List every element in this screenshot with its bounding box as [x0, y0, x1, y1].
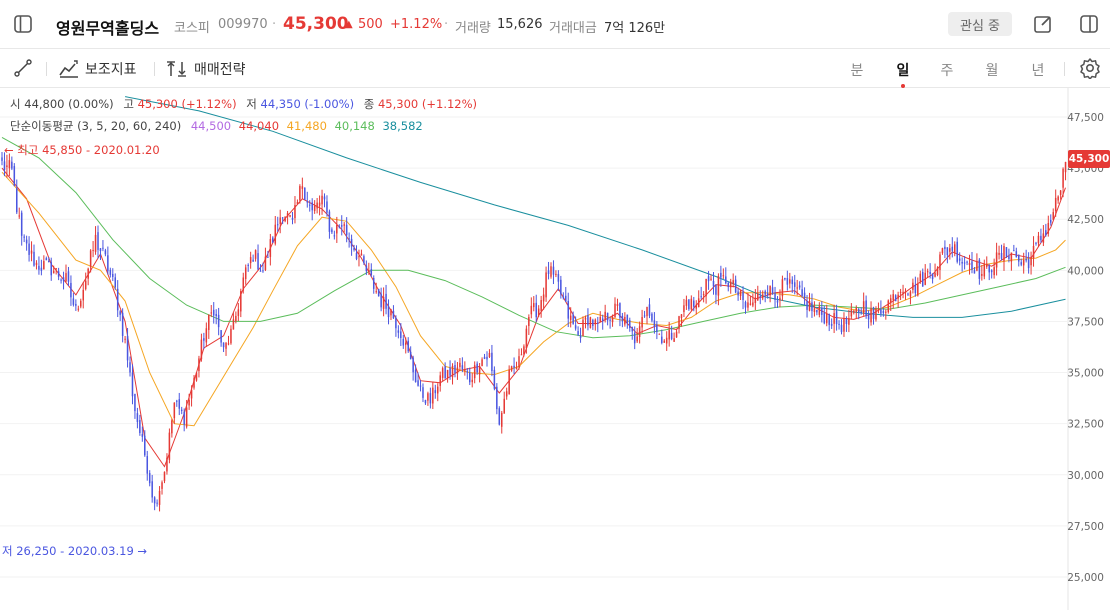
y-tick-label: 27,500 [1067, 521, 1104, 533]
y-tick-label: 25,000 [1067, 572, 1104, 584]
price-chart[interactable]: 47,50045,00042,50040,00037,50035,00032,5… [0, 88, 1110, 610]
all-time-high-marker: ← 최고 45,850 - 2020.01.20 [4, 143, 160, 157]
watch-button[interactable]: 관심 중 [948, 12, 1012, 36]
volume-label: 거래량 [455, 21, 491, 36]
indicators-label: 보조지표 [85, 62, 137, 78]
separator-dot: · [272, 17, 277, 32]
y-tick-label: 40,000 [1067, 265, 1104, 277]
open-label: 시 [10, 97, 21, 111]
high-value: 45,300 (+1.12%) [137, 97, 237, 111]
turnover-label: 거래대금 [549, 21, 597, 36]
y-tick-label: 35,000 [1067, 368, 1104, 380]
ma5-value: 44,040 [238, 119, 280, 133]
chart-toolbar: 보조지표 매매전략 분 일 주 월 년 [0, 49, 1110, 88]
ohlc-legend: 시 44,800 (0.00%) 고 45,300 (+1.12%) 저 44,… [10, 96, 477, 112]
candle [493, 366, 496, 391]
indicators-button[interactable]: 보조지표 [59, 59, 137, 79]
toolbar-divider [154, 62, 155, 76]
open-value: 44,800 (0.00%) [24, 97, 114, 111]
edit-icon[interactable] [1031, 12, 1055, 36]
candle [304, 187, 306, 201]
candle [168, 428, 171, 464]
ma-legend-label: 단순이동평균 (3, 5, 20, 60, 240) [10, 119, 182, 133]
low-label: 저 [246, 97, 257, 111]
panel-toggle-icon[interactable] [1077, 12, 1101, 36]
candle [377, 288, 380, 297]
turnover-value: 7억 126만 [604, 21, 666, 36]
candle [936, 266, 939, 277]
current-price-badge-label: 45,300 [1068, 153, 1110, 165]
y-tick-label: 42,500 [1067, 214, 1104, 226]
period-year[interactable]: 년 [1028, 60, 1048, 80]
period-week[interactable]: 주 [937, 60, 957, 80]
draw-line-icon[interactable] [11, 56, 35, 80]
low-value: 44,350 (-1.00%) [260, 97, 355, 111]
y-tick-label: 32,500 [1067, 419, 1104, 431]
high-label: 고 [123, 97, 134, 111]
stock-name: 영원무역홀딩스 [56, 19, 160, 38]
toolbar-divider [1064, 62, 1065, 76]
candle [887, 299, 890, 314]
watch-label: 관심 중 [959, 18, 1000, 34]
candle [589, 316, 592, 329]
period-month[interactable]: 월 [982, 60, 1002, 80]
strategy-button[interactable]: 매매전략 [166, 59, 246, 79]
y-tick-label: 47,500 [1067, 112, 1104, 124]
volume-value: 15,626 [497, 17, 543, 32]
candle [1005, 247, 1008, 258]
strategy-label: 매매전략 [194, 62, 246, 78]
candle [498, 406, 501, 426]
candle [688, 299, 690, 311]
indicator-chart-icon [59, 60, 78, 78]
change-percent: +1.12% [390, 17, 443, 32]
settings-gear-icon[interactable] [1078, 56, 1102, 80]
y-tick-label: 37,500 [1067, 316, 1104, 328]
toolbar-divider [46, 62, 47, 76]
separator-dot: · [444, 17, 449, 32]
all-time-low-marker: 저 26,250 - 2020.03.19 → [2, 544, 148, 558]
candle [13, 163, 16, 187]
period-day[interactable]: 일 [893, 60, 913, 88]
change-amount: 500 [358, 17, 383, 32]
buy-sell-icon [167, 61, 186, 77]
ma-legend: 단순이동평균 (3, 5, 20, 60, 240) 44,500 44,040… [10, 118, 423, 134]
ma20-value: 41,480 [286, 119, 327, 133]
ma60-value: 40,148 [334, 119, 375, 133]
ma240-value: 38,582 [382, 119, 423, 133]
current-price: 45,300 [283, 14, 349, 34]
stock-code: 009970 [218, 17, 268, 32]
candle [894, 294, 897, 302]
market-label: 코스피 [174, 21, 210, 36]
period-minute[interactable]: 분 [847, 60, 867, 80]
close-label: 종 [363, 97, 375, 111]
candle [195, 372, 198, 382]
sidebar-toggle-icon[interactable] [11, 12, 35, 36]
change-arrow-icon: ▲ [345, 19, 353, 30]
ma3-value: 44,500 [190, 119, 232, 133]
current-price-badge: 45,300 [1068, 150, 1110, 168]
close-value: 45,300 (+1.12%) [377, 97, 478, 111]
stock-header: 영원무역홀딩스 코스피 009970 · 45,300 ▲ 500 +1.12%… [0, 0, 1110, 49]
y-tick-label: 30,000 [1067, 470, 1104, 482]
